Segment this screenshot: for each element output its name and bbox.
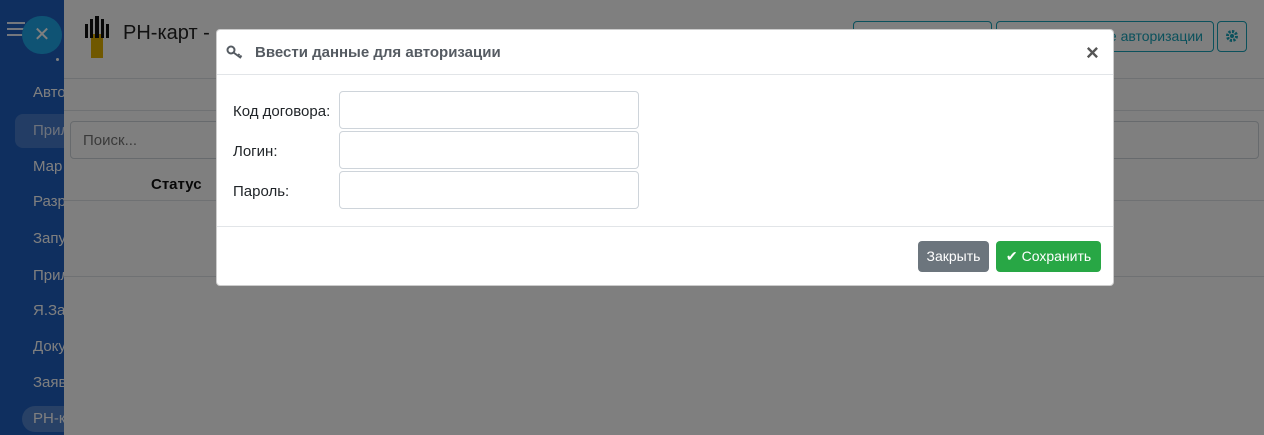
auth-modal: Ввести данные для авторизации × Код дого… [216, 29, 1114, 286]
modal-footer-divider [217, 226, 1113, 227]
close-button[interactable]: Закрыть [918, 241, 989, 272]
save-button[interactable]: ✔ Сохранить [996, 241, 1101, 272]
login-input[interactable] [339, 131, 639, 169]
modal-title: Ввести данные для авторизации [255, 44, 501, 61]
password-input[interactable] [339, 171, 639, 209]
save-button-label: Сохранить [1021, 248, 1092, 264]
key-icon [226, 45, 243, 59]
login-label: Логин: [233, 143, 278, 160]
contract-code-label: Код договора: [233, 103, 331, 120]
modal-header: Ввести данные для авторизации × [217, 30, 1113, 75]
check-icon: ✔ [1005, 248, 1018, 264]
close-icon[interactable]: × [1086, 42, 1099, 64]
password-label: Пароль: [233, 183, 290, 200]
contract-code-input[interactable] [339, 91, 639, 129]
